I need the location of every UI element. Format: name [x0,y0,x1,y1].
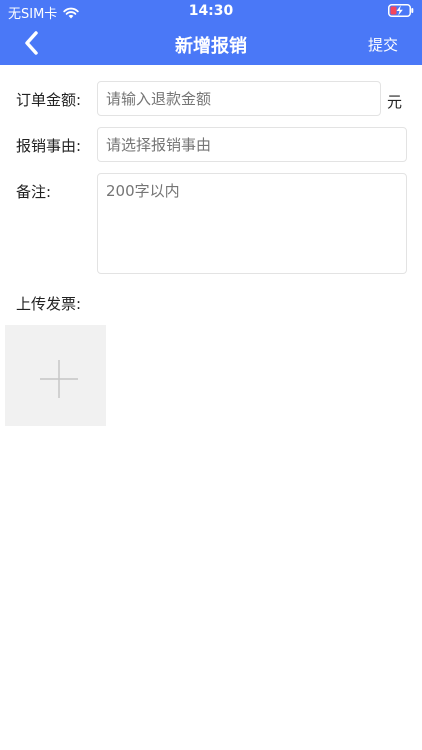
upload-invoice-button[interactable] [5,325,106,426]
status-bar: 无SIM卡 14:30 [0,0,422,22]
amount-input[interactable] [97,81,381,116]
currency-unit: 元 [387,93,403,111]
battery-charging-icon [388,4,414,17]
reason-label: 报销事由: [16,137,82,155]
submit-button[interactable]: 提交 [368,34,398,55]
amount-label: 订单金额: [16,91,82,109]
app-header: 无SIM卡 14:30 新增报销 提交 [0,0,422,65]
page-title: 新增报销 [175,36,247,57]
reason-select[interactable] [97,127,407,162]
navigation-bar: 新增报销 提交 [0,22,422,65]
status-time: 14:30 [188,3,234,19]
remark-label: 备注: [16,183,52,201]
plus-icon [40,360,78,398]
remark-textarea[interactable] [97,173,407,274]
invoice-label: 上传发票: [16,295,82,313]
